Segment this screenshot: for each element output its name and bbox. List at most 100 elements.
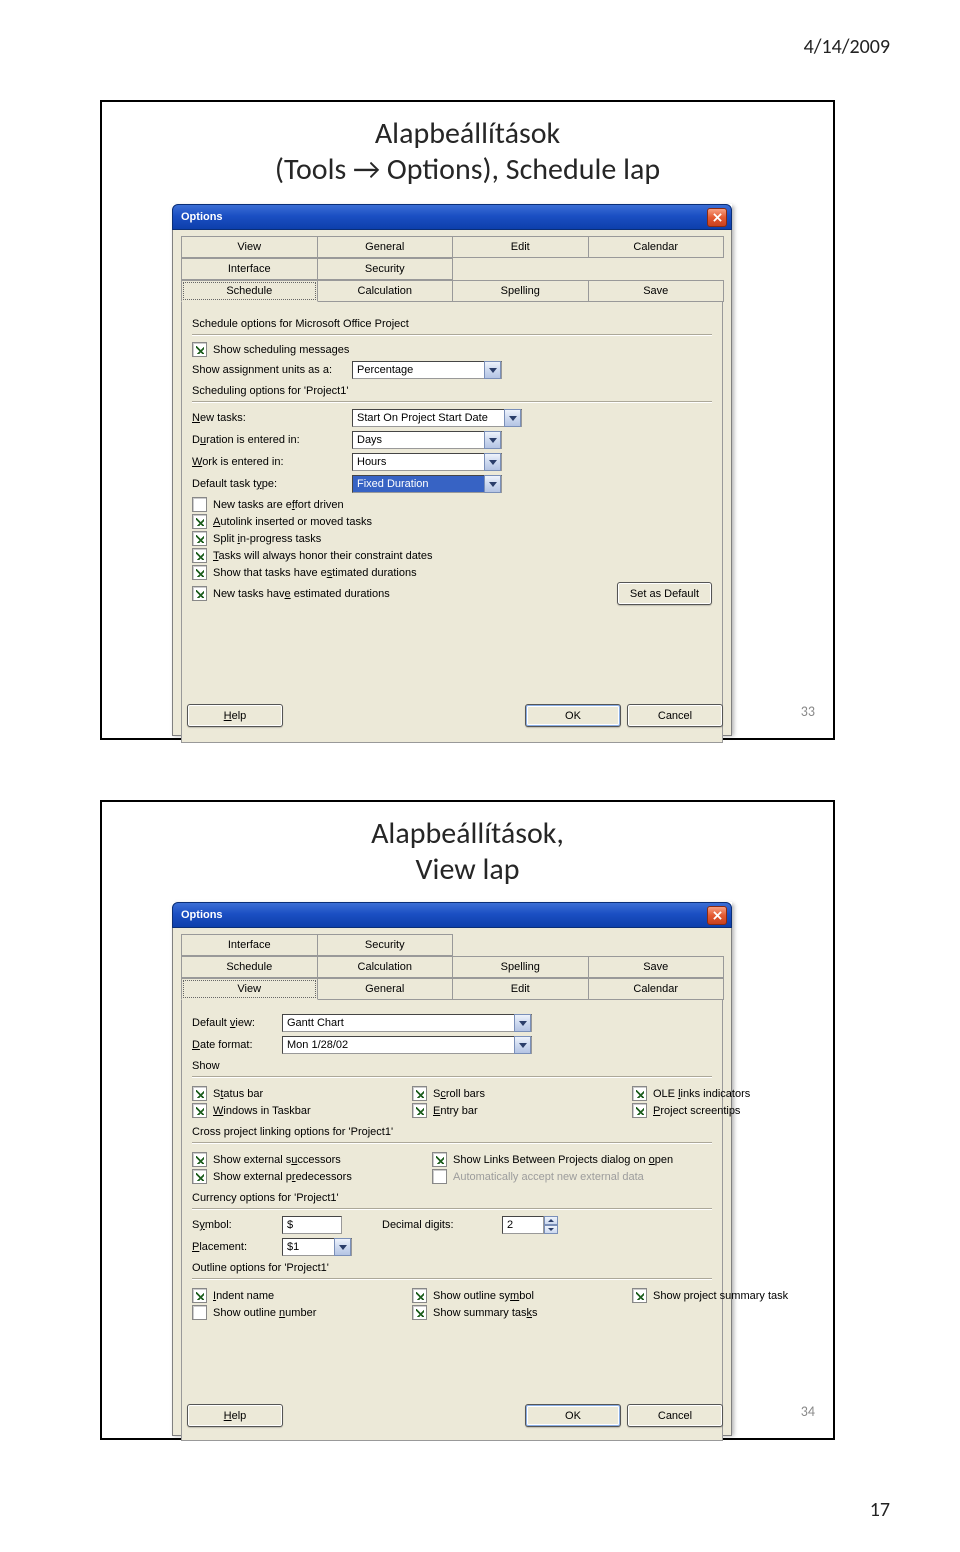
ok-button[interactable]: OK: [525, 1404, 621, 1427]
help-button[interactable]: Help: [187, 704, 283, 727]
cb-summary-tasks[interactable]: Show summary tasks: [412, 1305, 592, 1320]
close-icon[interactable]: [707, 906, 727, 925]
titlebar[interactable]: Options: [172, 204, 732, 230]
date-format-combo[interactable]: Mon 1/28/02: [282, 1036, 532, 1054]
spin-up-icon[interactable]: [544, 1216, 558, 1225]
tab-general[interactable]: General: [317, 978, 454, 1000]
cb-ext-succ[interactable]: Show external successors: [192, 1152, 392, 1167]
tab-schedule[interactable]: Schedule: [181, 280, 318, 302]
tab-edit[interactable]: Edit: [452, 978, 589, 1000]
slide-33: Alapbeállítások (Tools → Options), Sched…: [100, 100, 835, 740]
cb-scroll-bars[interactable]: Scroll bars: [412, 1086, 592, 1101]
tab-spelling[interactable]: Spelling: [452, 956, 589, 978]
tab-calendar[interactable]: Calendar: [588, 236, 725, 258]
cancel-button[interactable]: Cancel: [627, 1404, 723, 1427]
work-combo[interactable]: Hours: [352, 453, 502, 471]
options-dialog: Options View General Edit Calendar Inter…: [172, 204, 732, 734]
cb-outline-symbol[interactable]: Show outline symbol: [412, 1288, 592, 1303]
new-tasks-label: New tasks:: [192, 412, 352, 424]
symbol-label: Symbol:: [192, 1219, 282, 1231]
spin-down-icon[interactable]: [544, 1225, 558, 1234]
duration-label: Duration is entered in:: [192, 434, 352, 446]
dialog-title: Options: [181, 211, 223, 223]
tab-security[interactable]: Security: [317, 258, 454, 280]
tab-general[interactable]: General: [317, 236, 454, 258]
tab-edit[interactable]: Edit: [452, 236, 589, 258]
placement-label: Placement:: [192, 1241, 282, 1253]
chevron-down-icon: [484, 361, 501, 379]
ok-button[interactable]: OK: [525, 704, 621, 727]
cb-outline-number[interactable]: Show outline number: [192, 1305, 372, 1320]
cb-auto-accept: Automatically accept new external data: [432, 1169, 712, 1184]
tab-security[interactable]: Security: [317, 934, 454, 956]
symbol-input[interactable]: [282, 1216, 342, 1234]
dialog-buttons: Help OK Cancel: [181, 1404, 723, 1427]
chevron-down-icon: [484, 453, 501, 471]
default-view-label: Default view:: [192, 1017, 282, 1029]
set-as-default-button[interactable]: Set as Default: [617, 582, 712, 605]
show-units-combo[interactable]: Percentage: [352, 361, 502, 379]
dialog-title: Options: [181, 909, 223, 921]
cb-entry-bar[interactable]: Entry bar: [412, 1103, 592, 1118]
page-date: 4/14/2009: [804, 35, 890, 59]
default-type-combo[interactable]: Fixed Duration: [352, 475, 502, 493]
cb-honor[interactable]: Tasks will always honor their constraint…: [192, 548, 712, 563]
section-label: Scheduling options for 'Project1': [192, 385, 712, 397]
tab-view[interactable]: View: [181, 978, 318, 1000]
slide-title: Alapbeállítások, View lap: [102, 802, 833, 894]
dialog-body: View General Edit Calendar Interface Sec…: [172, 230, 732, 736]
help-button[interactable]: Help: [187, 1404, 283, 1427]
cb-effort-driven[interactable]: New tasks are effort driven: [192, 497, 712, 512]
cb-autolink[interactable]: Autolink inserted or moved tasks: [192, 514, 712, 529]
chevron-down-icon: [484, 431, 501, 449]
cb-project-summary[interactable]: Show project summary task: [632, 1288, 812, 1303]
page-number: 17: [870, 1498, 890, 1522]
tab-panel-view: Default view: Gantt Chart Date format: M…: [181, 1000, 723, 1441]
section-cross: Cross project linking options for 'Proje…: [192, 1126, 712, 1138]
cb-status-bar[interactable]: Status bar: [192, 1086, 372, 1101]
slide-34: Alapbeállítások, View lap 34 Options Int…: [100, 800, 835, 1440]
slide-number: 33: [801, 703, 815, 720]
title-line2: (Tools → Options), Schedule lap: [275, 151, 660, 188]
cb-ext-pred[interactable]: Show external predecessors: [192, 1169, 392, 1184]
tab-schedule[interactable]: Schedule: [181, 956, 318, 978]
tab-interface[interactable]: Interface: [181, 934, 318, 956]
tab-calendar[interactable]: Calendar: [588, 978, 725, 1000]
work-label: Work is entered in:: [192, 456, 352, 468]
cb-split[interactable]: Split in-progress tasks: [192, 531, 712, 546]
duration-combo[interactable]: Days: [352, 431, 502, 449]
show-units-label: Show assignment units as a:: [192, 364, 352, 376]
dialog-body: Interface Security Schedule Calculation …: [172, 928, 732, 1436]
cb-screentips[interactable]: Project screentips: [632, 1103, 812, 1118]
cb-windows-taskbar[interactable]: Windows in Taskbar: [192, 1103, 372, 1118]
chevron-down-icon: [334, 1238, 351, 1256]
document-page: 4/14/2009 17 Alapbeállítások (Tools → Op…: [0, 0, 960, 1552]
close-icon[interactable]: [707, 208, 727, 227]
cb-ole-links[interactable]: OLE links indicators: [632, 1086, 812, 1101]
tab-view[interactable]: View: [181, 236, 318, 258]
cb-show-est[interactable]: Show that tasks have estimated durations: [192, 565, 712, 580]
new-tasks-combo[interactable]: Start On Project Start Date: [352, 409, 522, 427]
tab-save[interactable]: Save: [588, 280, 725, 302]
date-format-label: Date format:: [192, 1039, 282, 1051]
chevron-down-icon: [514, 1036, 531, 1054]
chevron-down-icon: [514, 1014, 531, 1032]
tab-interface[interactable]: Interface: [181, 258, 318, 280]
section-show: Show: [192, 1060, 712, 1072]
tab-calculation[interactable]: Calculation: [317, 280, 454, 302]
tab-save[interactable]: Save: [588, 956, 725, 978]
decimal-label: Decimal digits:: [382, 1219, 502, 1231]
decimal-digits-spin[interactable]: [502, 1216, 558, 1234]
cb-indent-name[interactable]: Indent name: [192, 1288, 372, 1303]
titlebar[interactable]: Options: [172, 902, 732, 928]
tab-spelling[interactable]: Spelling: [452, 280, 589, 302]
cb-new-est[interactable]: New tasks have estimated durations: [192, 586, 617, 601]
chevron-down-icon: [504, 409, 521, 427]
placement-combo[interactable]: $1: [282, 1238, 352, 1256]
default-view-combo[interactable]: Gantt Chart: [282, 1014, 532, 1032]
cancel-button[interactable]: Cancel: [627, 704, 723, 727]
tab-calculation[interactable]: Calculation: [317, 956, 454, 978]
cb-show-links-dialog[interactable]: Show Links Between Projects dialog on op…: [432, 1152, 712, 1167]
cb-show-messages[interactable]: Show scheduling messages: [192, 342, 712, 357]
section-label: Schedule options for Microsoft Office Pr…: [192, 318, 712, 330]
